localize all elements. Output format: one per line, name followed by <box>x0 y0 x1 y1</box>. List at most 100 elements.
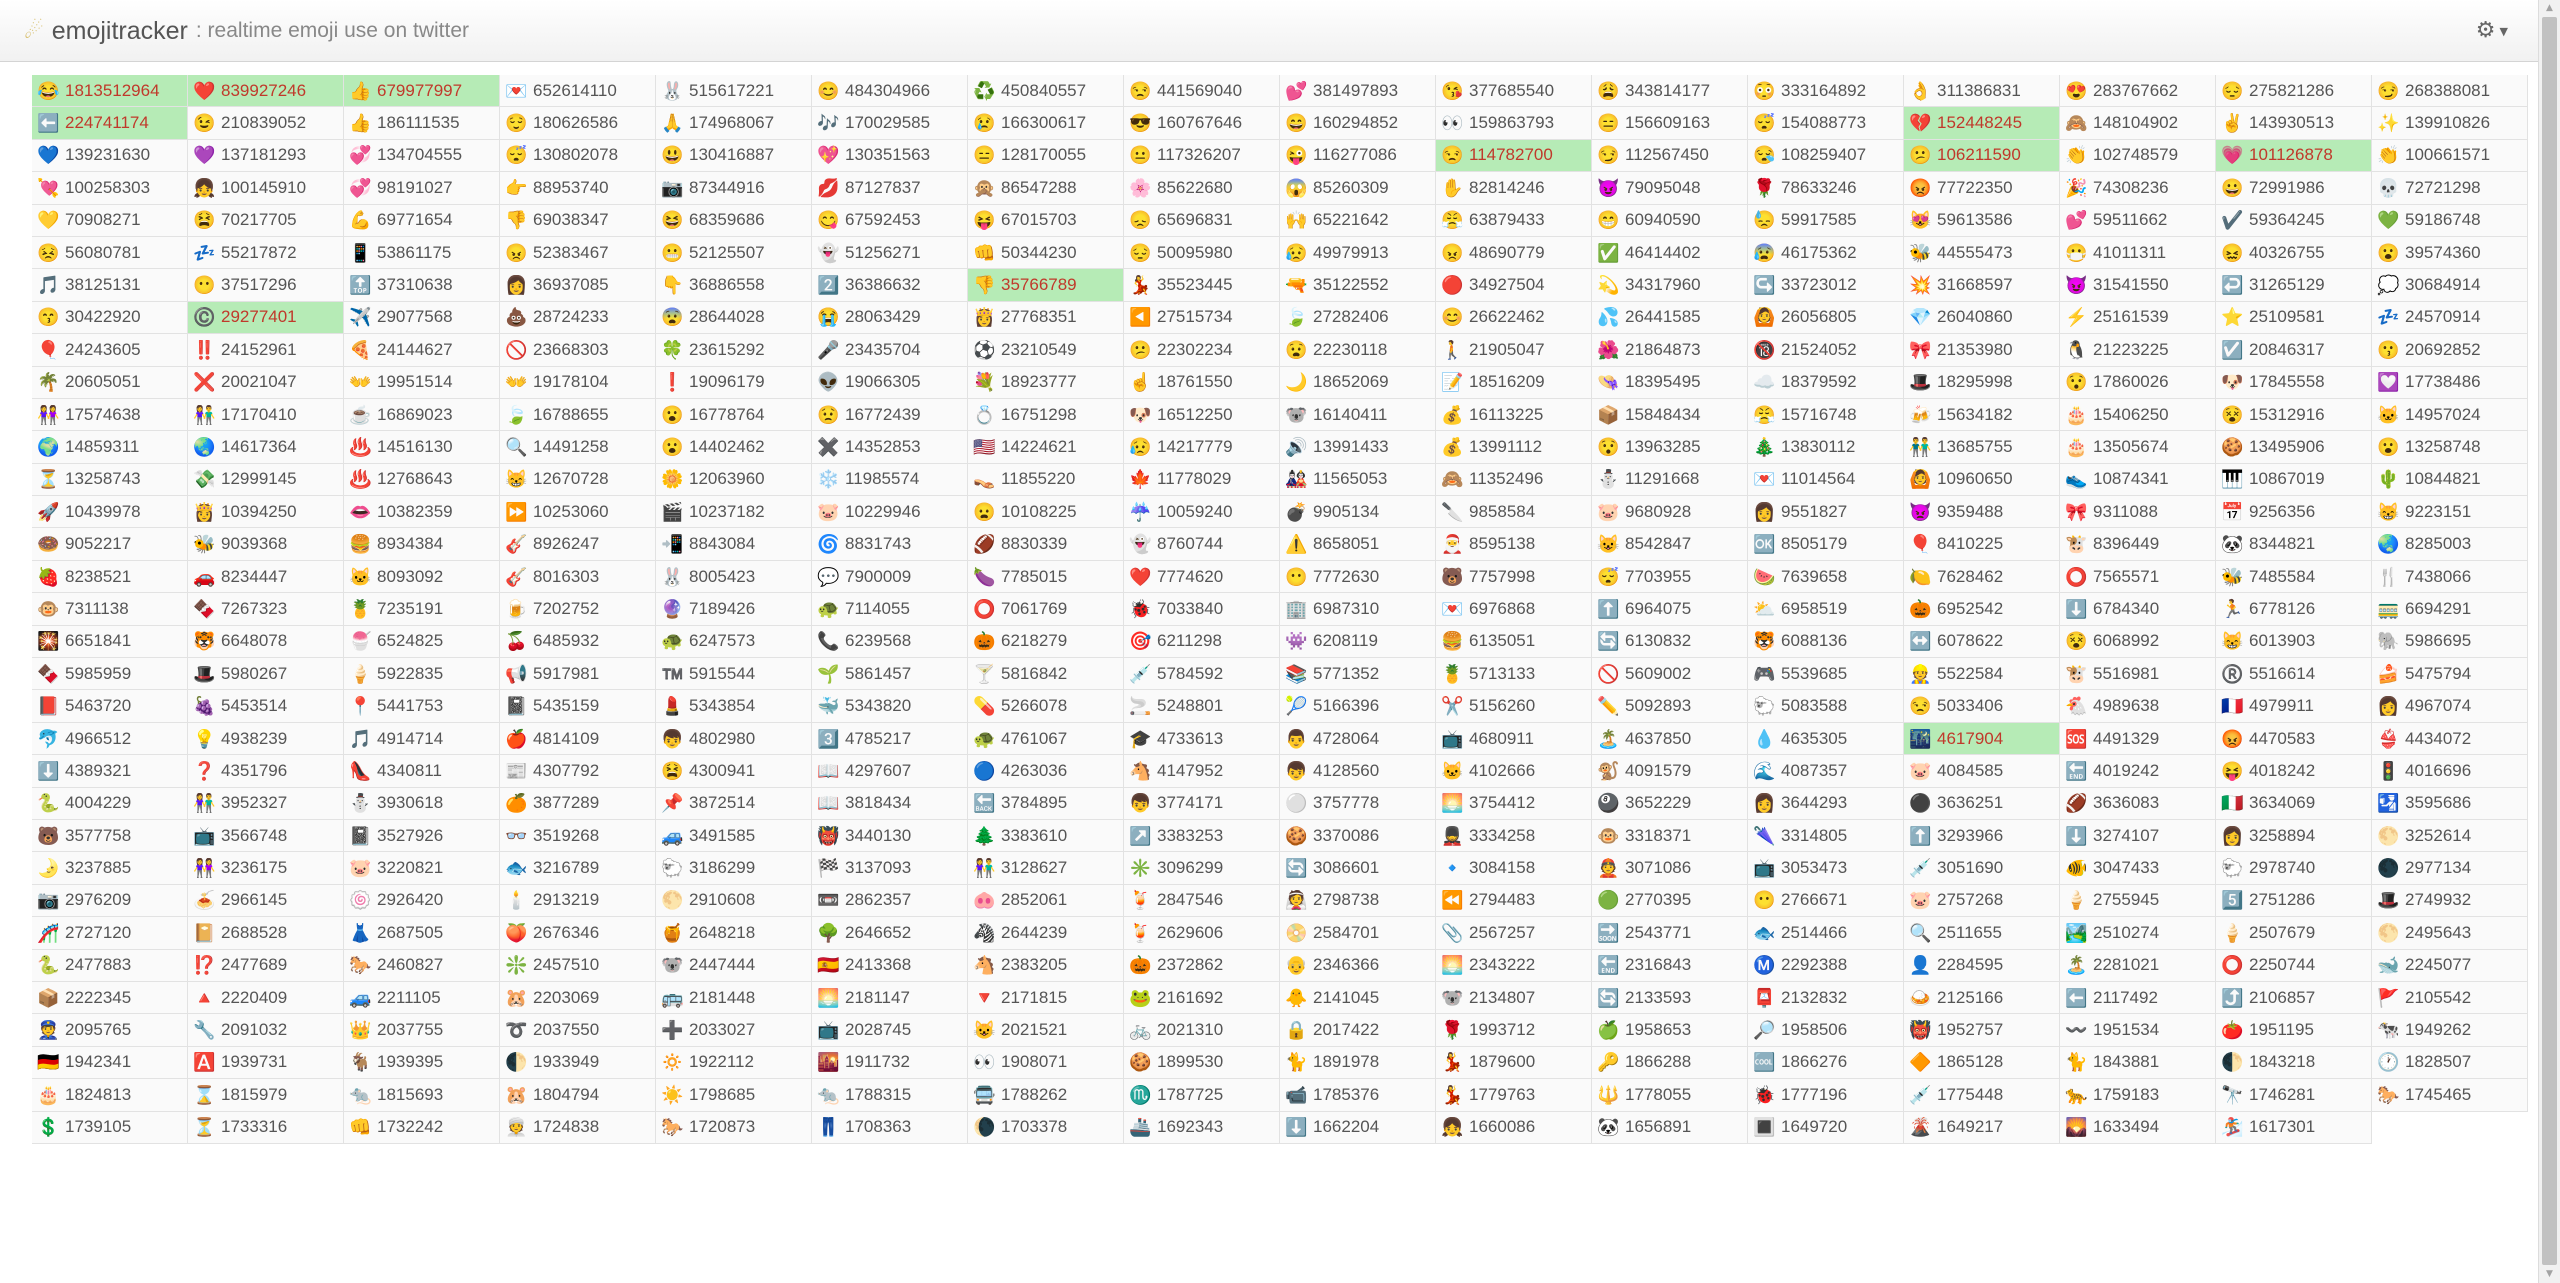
emoji-cell[interactable]: 👫 17170410 <box>188 398 344 432</box>
emoji-cell[interactable]: 💕 59511662 <box>2060 204 2216 237</box>
emoji-cell[interactable]: 👩 9551827 <box>1748 496 1904 529</box>
emoji-cell[interactable]: 🐝 44555473 <box>1904 236 2060 270</box>
emoji-cell[interactable]: 🍑 2676346 <box>500 917 656 950</box>
emoji-cell[interactable]: 🛂 3595686 <box>2372 787 2528 820</box>
emoji-cell[interactable]: 🐢 6247573 <box>656 625 812 659</box>
emoji-cell[interactable]: 💡 4938239 <box>188 722 344 756</box>
emoji-cell[interactable]: ↗️ 3383253 <box>1124 819 1280 853</box>
emoji-cell[interactable]: 🇩🇪 1942341 <box>32 1046 188 1080</box>
emoji-cell[interactable]: ❤️ 7774620 <box>1124 560 1280 594</box>
emoji-cell[interactable]: 📮 2132832 <box>1748 981 1904 1015</box>
emoji-cell[interactable]: 🚀 10439978 <box>32 496 188 529</box>
emoji-cell[interactable]: 🐀 1815693 <box>344 1079 500 1112</box>
emoji-cell[interactable]: 💕 381497893 <box>1280 75 1436 108</box>
emoji-cell[interactable]: 🐨 16140411 <box>1280 398 1436 432</box>
emoji-cell[interactable]: 🕐 1828507 <box>2372 1046 2528 1080</box>
emoji-cell[interactable]: 😞 65696831 <box>1124 204 1280 237</box>
emoji-cell[interactable]: 🐋 2245077 <box>2372 949 2528 982</box>
emoji-cell[interactable]: 👲 3071086 <box>1592 852 1748 885</box>
emoji-cell[interactable]: ✈️ 29077568 <box>344 301 500 335</box>
emoji-cell[interactable]: 👡 11855220 <box>968 463 1124 497</box>
emoji-cell[interactable]: 🎈 24243605 <box>32 334 188 367</box>
emoji-cell[interactable]: 📺 2028745 <box>812 1014 968 1047</box>
emoji-cell[interactable]: 😒 5033406 <box>1904 690 2060 723</box>
emoji-cell[interactable]: 😫 4300941 <box>656 755 812 788</box>
brand[interactable]: ☄ emojitracker : realtime emoji use on t… <box>24 14 469 48</box>
emoji-cell[interactable]: 😰 46175362 <box>1748 236 1904 270</box>
emoji-cell[interactable]: 🐱 8093092 <box>344 560 500 594</box>
emoji-cell[interactable]: ➕ 2033027 <box>656 1014 812 1047</box>
emoji-cell[interactable]: 🍍 5713133 <box>1436 658 1592 691</box>
emoji-cell[interactable]: 📌 3872514 <box>656 787 812 820</box>
emoji-cell[interactable]: 🍥 2926420 <box>344 884 500 918</box>
emoji-cell[interactable]: 🌓 1933949 <box>500 1046 656 1080</box>
emoji-cell[interactable]: 📺 3566748 <box>188 819 344 853</box>
emoji-cell[interactable]: 🌙 18652069 <box>1280 366 1436 399</box>
emoji-cell[interactable]: 🐍 4004229 <box>32 787 188 820</box>
emoji-cell[interactable]: 😋 67592453 <box>812 204 968 237</box>
emoji-cell[interactable]: 🍃 27282406 <box>1280 301 1436 335</box>
emoji-cell[interactable]: 💚 59186748 <box>2372 204 2528 237</box>
emoji-cell[interactable]: 🐍 2477883 <box>32 949 188 982</box>
emoji-cell[interactable]: 🍍 7235191 <box>344 593 500 626</box>
emoji-cell[interactable]: ⬅️ 2117492 <box>2060 981 2216 1015</box>
emoji-cell[interactable]: ⚽ 23210549 <box>968 334 1124 367</box>
emoji-cell[interactable]: ⏩ 10253060 <box>500 496 656 529</box>
emoji-cell[interactable]: 💊 5266078 <box>968 690 1124 723</box>
emoji-cell[interactable]: 🎃 6218279 <box>968 625 1124 659</box>
emoji-cell[interactable]: ⬇️ 1662204 <box>1280 1111 1436 1144</box>
emoji-cell[interactable]: 💉 1775448 <box>1904 1079 2060 1112</box>
emoji-cell[interactable]: 👙 4434072 <box>2372 722 2528 756</box>
emoji-cell[interactable]: 💍 16751298 <box>968 398 1124 432</box>
emoji-cell[interactable]: 🔵 4263036 <box>968 755 1124 788</box>
emoji-cell[interactable]: 👸 27768351 <box>968 301 1124 335</box>
emoji-cell[interactable]: 🍹 2847546 <box>1124 884 1280 918</box>
emoji-cell[interactable]: 🐑 5083588 <box>1748 690 1904 723</box>
emoji-cell[interactable]: 👑 2037755 <box>344 1014 500 1047</box>
emoji-cell[interactable]: 👇 36886558 <box>656 269 812 302</box>
emoji-cell[interactable]: 🍉 7639658 <box>1748 560 1904 594</box>
emoji-cell[interactable]: 💲 1739105 <box>32 1111 188 1144</box>
emoji-cell[interactable]: 🐆 1759183 <box>2060 1079 2216 1112</box>
emoji-cell[interactable]: 🙌 65221642 <box>1280 204 1436 237</box>
emoji-cell[interactable]: 💣 9905134 <box>1280 496 1436 529</box>
emoji-cell[interactable]: 🐯 6088136 <box>1748 625 1904 659</box>
emoji-cell[interactable]: 🔺 2220409 <box>188 981 344 1015</box>
emoji-cell[interactable]: 😆 68359686 <box>656 204 812 237</box>
emoji-cell[interactable]: 👩 3258894 <box>2216 819 2372 853</box>
emoji-cell[interactable]: 🍋 7628462 <box>1904 560 2060 594</box>
emoji-cell[interactable]: 💤 55217872 <box>188 236 344 270</box>
emoji-cell[interactable]: 🐢 4761067 <box>968 722 1124 756</box>
emoji-cell[interactable]: 👀 159863793 <box>1436 107 1592 140</box>
emoji-cell[interactable]: 💔 152448245 <box>1904 107 2060 140</box>
emoji-cell[interactable]: 😤 63879433 <box>1436 204 1592 237</box>
emoji-cell[interactable]: 😷 41011311 <box>2060 236 2216 270</box>
emoji-cell[interactable]: 🐠 3047433 <box>2060 852 2216 885</box>
emoji-cell[interactable]: 🐎 1745465 <box>2372 1079 2528 1112</box>
emoji-cell[interactable]: 🐬 4966512 <box>32 722 188 756</box>
emoji-cell[interactable]: 🏁 3137093 <box>812 852 968 885</box>
emoji-cell[interactable]: ↔️ 6078622 <box>1904 625 2060 659</box>
emoji-cell[interactable]: 📕 5463720 <box>32 690 188 723</box>
emoji-cell[interactable]: 💖 130351563 <box>812 139 968 173</box>
emoji-cell[interactable]: ⚠️ 8658051 <box>1280 528 1436 561</box>
emoji-cell[interactable]: 👴 2346366 <box>1280 949 1436 982</box>
emoji-cell[interactable]: 🔍 14491258 <box>500 431 656 464</box>
emoji-cell[interactable]: 😌 180626586 <box>500 107 656 140</box>
emoji-cell[interactable]: 🔊 13991433 <box>1280 431 1436 464</box>
emoji-cell[interactable]: 💩 28724233 <box>500 301 656 335</box>
emoji-cell[interactable]: ⭕ 7565571 <box>2060 560 2216 594</box>
emoji-cell[interactable]: 😥 14217779 <box>1124 431 1280 464</box>
emoji-cell[interactable]: 💄 5343854 <box>656 690 812 723</box>
emoji-cell[interactable]: 💗 101126878 <box>2216 139 2372 173</box>
emoji-cell[interactable]: 🍕 24144627 <box>344 334 500 367</box>
emoji-cell[interactable]: 🔴 34927504 <box>1436 269 1592 302</box>
emoji-cell[interactable]: 👧 1660086 <box>1436 1111 1592 1144</box>
emoji-cell[interactable]: 💐 18923777 <box>968 366 1124 399</box>
emoji-cell[interactable]: 👍 186111535 <box>344 107 500 140</box>
emoji-cell[interactable]: 😣 56080781 <box>32 236 188 270</box>
emoji-cell[interactable]: 🐶 16512250 <box>1124 398 1280 432</box>
emoji-cell[interactable]: ⭕ 2250744 <box>2216 949 2372 982</box>
emoji-cell[interactable]: 😎 160767646 <box>1124 107 1280 140</box>
emoji-cell[interactable]: 🐧 21223225 <box>2060 334 2216 367</box>
